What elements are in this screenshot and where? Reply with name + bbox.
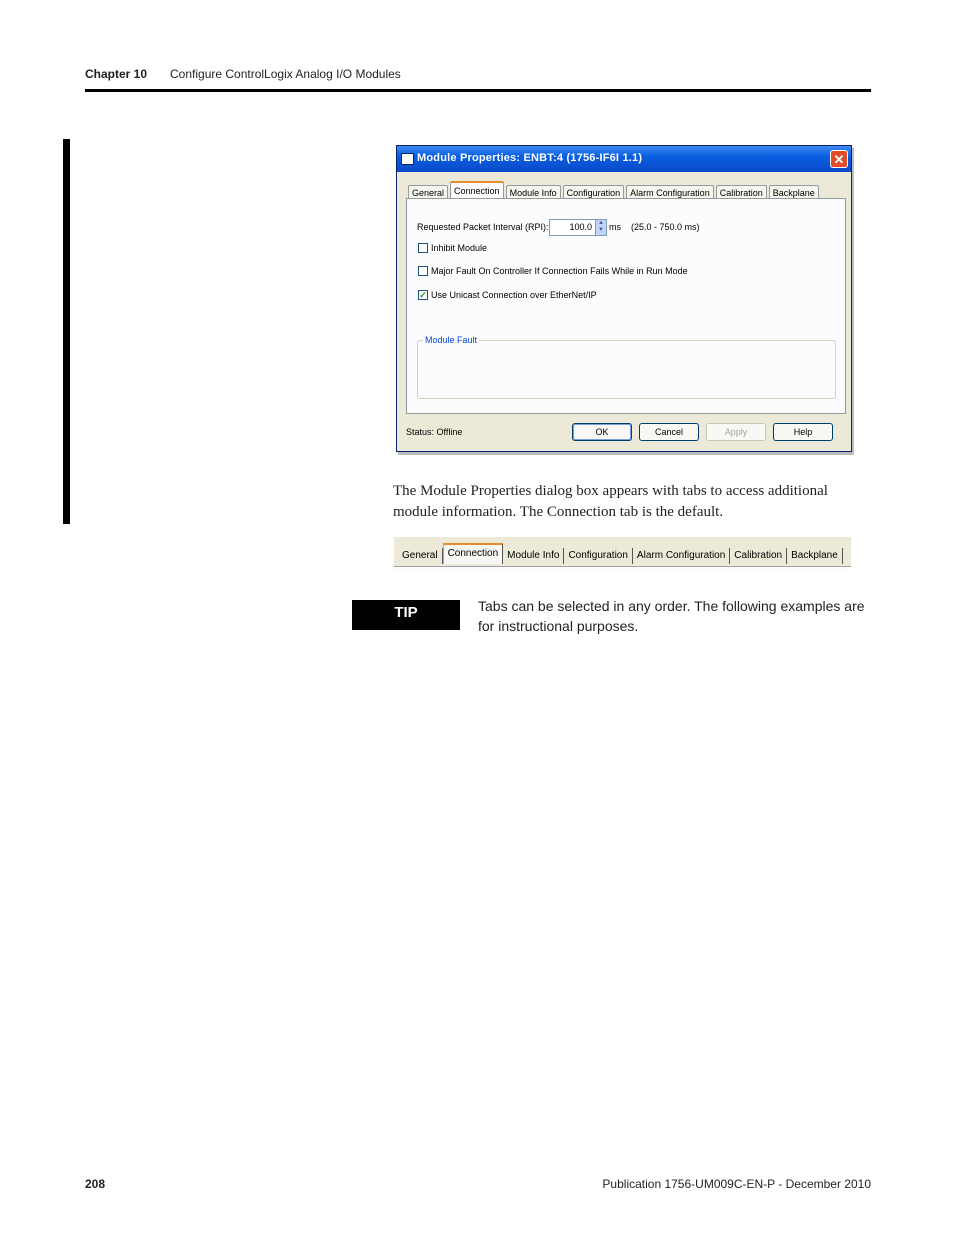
rpi-spinner[interactable]: ▲ ▼ [595,220,606,235]
tip-text: Tabs can be selected in any order. The f… [478,598,865,634]
major-fault-label: Major Fault On Controller If Connection … [431,266,688,276]
tip-label: TIP [352,600,460,630]
dialog-tabs: General Connection Module Info Configuratio… [408,181,821,201]
apply-button[interactable]: Apply [706,423,766,441]
tab-strip-row: General Connection Module Info Configuratio… [398,543,843,564]
strip-tab-backplane[interactable]: Backplane [787,548,843,564]
rpi-range: (25.0 - 750.0 ms) [631,222,700,232]
close-button[interactable]: ✕ [830,150,848,168]
chapter-title: Configure ControlLogix Analog I/O Module… [170,67,401,81]
publication-info: Publication 1756-UM009C-EN-P - December … [602,1177,871,1191]
window-icon [401,153,414,165]
chapter-label: Chapter 10 [85,67,148,81]
page-number: 208 [85,1177,106,1191]
ok-button[interactable]: OK [572,423,632,441]
strip-tab-calibration[interactable]: Calibration [730,548,788,564]
rpi-label: Requested Packet Interval (RPI): [417,222,549,232]
tab-strip-figure: General Connection Module Info Configuratio… [394,537,851,571]
major-fault-checkbox[interactable] [418,266,428,276]
strip-tab-module-info[interactable]: Module Info [503,548,565,564]
module-fault-group [417,340,836,399]
help-button[interactable]: Help [773,423,833,441]
tab-strip-baseline [394,566,851,571]
strip-tab-configuration[interactable]: Configuration [564,548,633,564]
cancel-button[interactable]: Cancel [639,423,699,441]
header-rule [85,89,871,92]
strip-tab-connection[interactable]: Connection [442,543,504,564]
inhibit-module-label: Inhibit Module [431,243,488,253]
module-fault-label: Module Fault [423,335,480,345]
unicast-checkbox[interactable]: ✓ [418,290,428,300]
body-paragraph: The Module Properties dialog box appears… [393,483,828,520]
rpi-unit: ms [609,222,621,232]
dialog-titlebar: Module Properties: ENBT:4 (1756-IF6I 1.1… [397,146,851,172]
module-properties-dialog: Module Properties: ENBT:4 (1756-IF6I 1.1… [396,145,852,452]
dialog-title: Module Properties: ENBT:4 (1756-IF6I 1.1… [417,152,643,164]
unicast-label: Use Unicast Connection over EtherNet/IP [431,290,597,300]
status-text: Status: Offline [406,427,463,437]
strip-tab-alarm-configuration[interactable]: Alarm Configuration [632,548,731,564]
change-bar [63,139,70,524]
inhibit-module-checkbox[interactable] [418,243,428,253]
strip-tab-general[interactable]: General [398,548,443,564]
